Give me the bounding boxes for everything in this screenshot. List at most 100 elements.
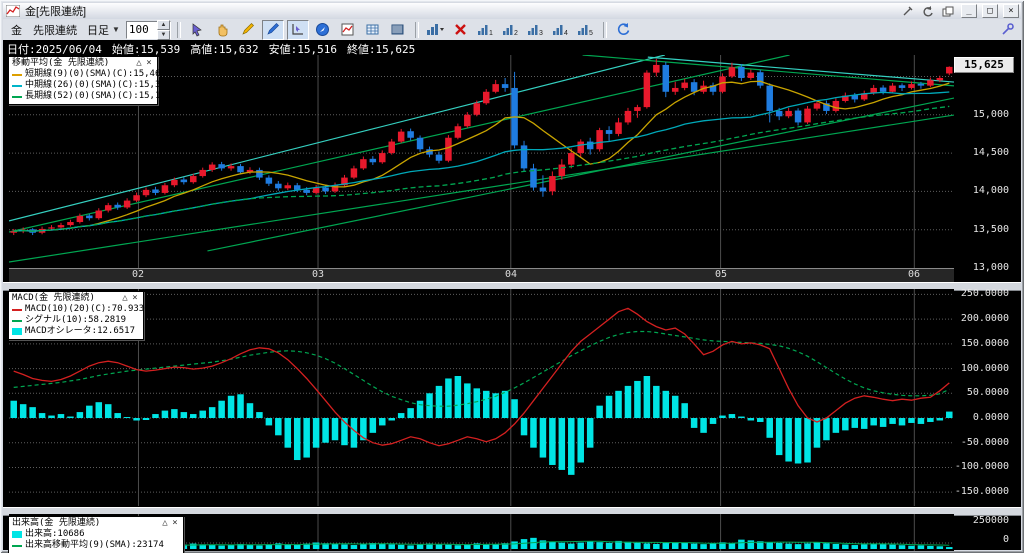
period-label: 日足: [87, 24, 109, 37]
legend-close-button[interactable]: ×: [144, 58, 154, 69]
candle: [558, 164, 566, 177]
candle: [813, 103, 821, 109]
pane-count-4-button[interactable]: 4: [550, 20, 572, 40]
axis-label: 200.0000: [960, 313, 1009, 325]
volume-axis: 250000 0: [953, 514, 1011, 551]
legend-item: 長期線(52)(0)(SMA)(C):15,149: [12, 91, 171, 102]
macd-histogram-bar: [388, 418, 395, 421]
axis-pointer-button[interactable]: [286, 19, 309, 40]
volume-bar: [851, 545, 859, 549]
macd-histogram-bar: [549, 418, 556, 465]
volume-bar: [511, 541, 518, 549]
bars-count-input[interactable]: [126, 23, 157, 36]
close-button[interactable]: ×: [1003, 4, 1019, 18]
toolbar: 金 先限連続 日足 ▼ ▲ ▼: [3, 19, 1021, 41]
delete-indicator-button[interactable]: [450, 20, 472, 40]
macd-histogram-bar: [605, 395, 613, 419]
legend-close-button[interactable]: ×: [170, 518, 180, 529]
pin-icon[interactable]: [900, 5, 916, 18]
contract-label[interactable]: 先限連続: [29, 22, 81, 38]
macd-histogram-bar: [851, 418, 859, 428]
candle: [681, 82, 688, 88]
symbol-label[interactable]: 金: [7, 22, 26, 38]
pane-count-5-button[interactable]: 5: [575, 20, 597, 40]
candle: [284, 185, 292, 189]
volume-bar: [624, 541, 632, 549]
candle: [227, 166, 235, 169]
candle: [653, 64, 660, 73]
svg-text:5: 5: [589, 30, 593, 37]
minimize-button[interactable]: _: [961, 4, 977, 18]
volume-bar: [653, 543, 660, 549]
axis-label: 50.0000: [966, 387, 1009, 399]
maximize-button[interactable]: □: [982, 4, 998, 18]
volume-bar: [879, 544, 887, 549]
macd-plot[interactable]: [9, 289, 954, 506]
toolbar-separator: [414, 21, 419, 38]
legend-collapse-button[interactable]: △: [120, 293, 130, 304]
macd-histogram-bar: [161, 410, 169, 419]
candle: [804, 108, 811, 123]
macd-histogram-bar: [709, 418, 717, 424]
candle: [662, 64, 670, 92]
duplicate-window-icon[interactable]: [940, 5, 956, 18]
macd-histogram-bar: [634, 380, 641, 419]
volume-bar: [671, 542, 679, 549]
volume-bar: [454, 545, 462, 549]
candle: [794, 110, 802, 123]
volume-bar: [946, 547, 953, 549]
pane-count-3-button[interactable]: 3: [525, 20, 547, 40]
legend-collapse-button[interactable]: △: [134, 58, 144, 69]
trend-line: [647, 56, 954, 83]
pane-count-1-button[interactable]: 1: [475, 20, 497, 40]
candle: [615, 122, 622, 134]
volume-bar: [766, 542, 773, 549]
macd-histogram-bar: [454, 375, 462, 419]
indicator-type-dropdown-button[interactable]: [425, 20, 447, 40]
volume-bar: [643, 543, 651, 549]
draw-line-button[interactable]: [237, 20, 259, 40]
macd-histogram-bar: [946, 411, 953, 419]
macd-histogram-bar: [152, 414, 159, 419]
candle: [624, 110, 632, 123]
chart-window-button[interactable]: [337, 20, 359, 40]
chevron-down-icon: ▼: [112, 25, 120, 34]
pan-hand-button[interactable]: [212, 20, 234, 40]
legend-item: 短期線(9)(0)(SMA)(C):15,461: [12, 69, 166, 80]
draw-brush-button[interactable]: [261, 19, 284, 40]
candle: [549, 176, 556, 192]
select-cursor-button[interactable]: [187, 20, 209, 40]
spin-up-button[interactable]: ▲: [156, 19, 170, 30]
legend-close-button[interactable]: ×: [130, 293, 140, 304]
period-dropdown[interactable]: 日足 ▼: [84, 22, 123, 38]
candle: [86, 215, 93, 219]
spin-down-button[interactable]: ▼: [156, 29, 170, 40]
date-axis[interactable]: 02 03 04 05 06: [9, 268, 954, 283]
macd-histogram-bar: [898, 418, 906, 426]
grid-button[interactable]: [362, 20, 384, 40]
candle: [369, 158, 377, 163]
candle: [643, 72, 651, 108]
volume-bar-swatch: [12, 531, 22, 538]
compass-button[interactable]: [312, 20, 334, 40]
pane-count-2-button[interactable]: 2: [500, 20, 522, 40]
volume-bar: [568, 543, 575, 549]
candle: [275, 183, 282, 189]
legend-item: MACD(10)(20)(C):70.9336: [12, 304, 150, 315]
month-label: 04: [504, 269, 518, 280]
dense-grid-button[interactable]: [387, 20, 409, 40]
title-bar[interactable]: 金[先限連続] _ □ ×: [3, 3, 1021, 19]
refresh-button[interactable]: [613, 20, 635, 40]
macd-histogram-bar: [671, 395, 679, 419]
legend-title: 出来高(金 先限連続): [12, 518, 101, 528]
trend-line: [9, 114, 954, 263]
chart-settings-icon[interactable]: [997, 21, 1017, 39]
volume-bar: [350, 545, 358, 549]
volume-bar: [208, 545, 216, 549]
reload-layout-icon[interactable]: [920, 5, 936, 18]
macd-histogram-bar: [539, 418, 547, 458]
macd-histogram-bar: [190, 414, 197, 419]
legend-collapse-button[interactable]: △: [160, 518, 170, 529]
candle: [785, 110, 792, 117]
candle: [898, 85, 906, 88]
